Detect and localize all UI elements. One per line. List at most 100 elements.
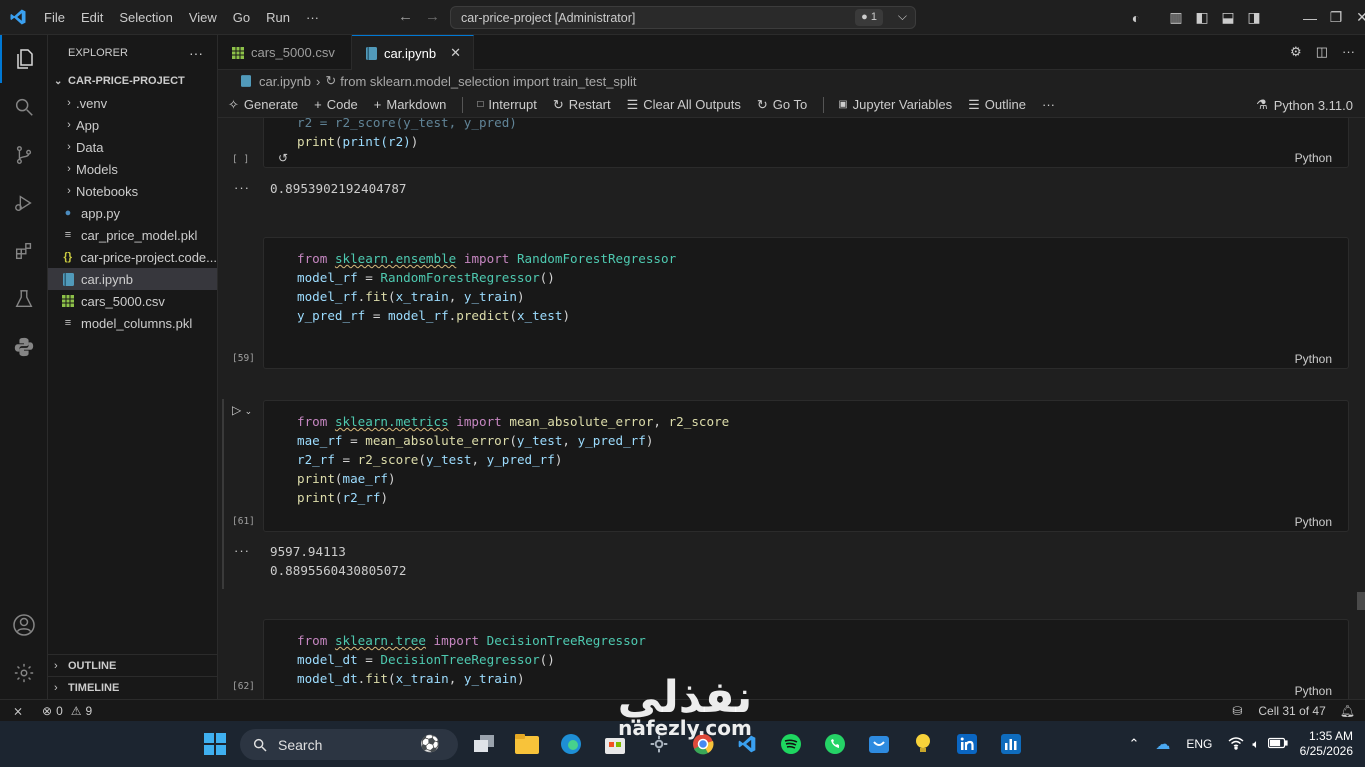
tree-item-venv[interactable]: › .venv bbox=[48, 92, 217, 114]
spotify-icon[interactable] bbox=[777, 730, 805, 758]
python-icon[interactable] bbox=[0, 323, 48, 371]
breadcrumb-file[interactable]: car.ipynb bbox=[259, 74, 311, 89]
copilot-status-icon[interactable]: ⛁ bbox=[1232, 704, 1242, 718]
tab-cars-csv[interactable]: cars_5000.csv bbox=[218, 35, 352, 70]
cell-code[interactable]: from sklearn.tree import DecisionTreeReg… bbox=[264, 620, 1348, 688]
breadcrumb-symbol[interactable]: from sklearn.model_selection import trai… bbox=[340, 74, 636, 89]
menu-edit[interactable]: Edit bbox=[73, 0, 111, 35]
chat-icon[interactable]: ⌵ bbox=[898, 9, 907, 24]
close-window-button[interactable]: ✕ bbox=[1339, 9, 1365, 26]
more-actions-icon[interactable]: ··· bbox=[1342, 44, 1355, 60]
timeline-section[interactable]: › TIMELINE bbox=[48, 676, 218, 698]
cell-language[interactable]: Python bbox=[1295, 352, 1332, 366]
copilot-icon[interactable]: ◐ bbox=[1123, 10, 1149, 26]
outline-section[interactable]: › OUTLINE bbox=[48, 654, 218, 676]
goto-button[interactable]: ↻ Go To bbox=[757, 97, 807, 113]
add-markdown-button[interactable]: + Markdown bbox=[374, 97, 447, 112]
close-tab-icon[interactable]: ✕ bbox=[450, 45, 461, 61]
scrollbar-thumb[interactable] bbox=[1357, 592, 1365, 610]
code-cell[interactable]: from sklearn.tree import DecisionTreeReg… bbox=[263, 619, 1349, 699]
menu-selection[interactable]: Selection bbox=[111, 0, 180, 35]
cell-code[interactable]: r2 = r2_score(y_test, y_pred) print(prin… bbox=[264, 118, 1348, 151]
output-more-icon[interactable]: ··· bbox=[234, 180, 250, 195]
cell-language[interactable]: Python bbox=[1295, 684, 1332, 698]
tab-car-ipynb[interactable]: car.ipynb ✕ bbox=[352, 35, 474, 70]
account-icon[interactable] bbox=[0, 601, 48, 649]
tree-item-app[interactable]: › App bbox=[48, 114, 217, 136]
kernel-picker[interactable]: ⚗ Python 3.11.0 bbox=[1256, 97, 1353, 113]
chrome-icon[interactable] bbox=[689, 730, 717, 758]
volume-muted-icon[interactable]: 🔈︎ bbox=[1252, 737, 1259, 752]
menu-run[interactable]: Run bbox=[258, 0, 298, 35]
explorer-more-icon[interactable]: ··· bbox=[189, 45, 203, 61]
settings-app-icon[interactable] bbox=[645, 730, 673, 758]
remote-icon[interactable]: ⨯ bbox=[0, 704, 36, 718]
code-cell[interactable]: r2 = r2_score(y_test, y_pred) print(prin… bbox=[263, 118, 1349, 168]
output-more-icon[interactable]: ··· bbox=[234, 543, 250, 558]
forward-arrow-icon[interactable]: → bbox=[425, 8, 440, 25]
problems-indicator[interactable]: ⊗ 0 ⚠ 9 bbox=[42, 704, 92, 718]
outline-button[interactable]: ☰ Outline bbox=[968, 97, 1026, 113]
file-explorer-icon[interactable] bbox=[513, 730, 541, 758]
code-cell[interactable]: from sklearn.ensemble import RandomFores… bbox=[263, 237, 1349, 369]
tree-item-data[interactable]: › Data bbox=[48, 136, 217, 158]
search-icon[interactable] bbox=[0, 83, 48, 131]
teams-icon[interactable] bbox=[865, 730, 893, 758]
menu-view[interactable]: View bbox=[181, 0, 225, 35]
cell-language[interactable]: Python bbox=[1295, 151, 1332, 165]
taskbar-search[interactable]: Search ⚽ bbox=[240, 729, 458, 760]
clear-outputs-button[interactable]: ☰ Clear All Outputs bbox=[627, 97, 741, 113]
history-icon[interactable]: ↺ bbox=[278, 151, 288, 165]
analytics-app-icon[interactable] bbox=[997, 730, 1025, 758]
tree-item-models[interactable]: › Models bbox=[48, 158, 217, 180]
cell-code[interactable]: from sklearn.metrics import mean_absolut… bbox=[264, 401, 1348, 507]
cell-language[interactable]: Python bbox=[1295, 515, 1332, 529]
ms-store-icon[interactable] bbox=[601, 730, 629, 758]
generate-button[interactable]: ✧ Generate bbox=[228, 97, 298, 113]
linkedin-icon[interactable] bbox=[953, 730, 981, 758]
tree-item-notebooks[interactable]: › Notebooks bbox=[48, 180, 217, 202]
toolbar-more-button[interactable]: ··· bbox=[1042, 97, 1055, 112]
onedrive-cloud-icon[interactable]: ☁ bbox=[1155, 735, 1170, 753]
tree-item-workspace[interactable]: {} car-price-project.code... bbox=[48, 246, 217, 268]
tree-item-car-ipynb[interactable]: car.ipynb bbox=[48, 268, 217, 290]
add-code-button[interactable]: + Code bbox=[314, 97, 358, 112]
cell-position[interactable]: Cell 31 of 47 bbox=[1258, 704, 1325, 718]
vscode-taskbar-icon[interactable] bbox=[733, 730, 761, 758]
input-language[interactable]: ENG bbox=[1186, 737, 1212, 751]
restart-button[interactable]: ↻ Restart bbox=[553, 97, 611, 113]
tips-bulb-icon[interactable] bbox=[909, 730, 937, 758]
toggle-sidebar-icon[interactable]: ◧ bbox=[1189, 9, 1215, 26]
settings-gear-icon[interactable]: ⚙ bbox=[1290, 44, 1302, 60]
command-center[interactable]: car-price-project [Administrator] ● 1 ⌵ bbox=[450, 6, 916, 29]
menu-more[interactable]: ··· bbox=[298, 0, 327, 35]
code-cell[interactable]: from sklearn.metrics import mean_absolut… bbox=[263, 400, 1349, 532]
customize-layout-icon[interactable]: ▥ bbox=[1163, 9, 1189, 26]
source-control-icon[interactable] bbox=[0, 131, 48, 179]
extensions-icon[interactable] bbox=[0, 227, 48, 275]
toggle-panel-icon[interactable]: ⬓ bbox=[1215, 9, 1241, 26]
edge-browser-icon[interactable] bbox=[557, 730, 585, 758]
chevron-up-icon[interactable]: ⌃ bbox=[1128, 736, 1139, 752]
menu-file[interactable]: File bbox=[36, 0, 73, 35]
project-folder[interactable]: ⌄ CAR-PRICE-PROJECT bbox=[48, 70, 217, 92]
tree-item-model-columns[interactable]: ≡ model_columns.pkl bbox=[48, 312, 217, 334]
tree-item-car-price-model[interactable]: ≡ car_price_model.pkl bbox=[48, 224, 217, 246]
wifi-icon[interactable] bbox=[1228, 736, 1244, 753]
back-arrow-icon[interactable]: ← bbox=[398, 8, 413, 25]
interrupt-button[interactable]: □ Interrupt bbox=[477, 97, 536, 112]
windows-start-icon[interactable] bbox=[201, 730, 229, 758]
menu-go[interactable]: Go bbox=[225, 0, 258, 35]
tree-item-cars-csv[interactable]: cars_5000.csv bbox=[48, 290, 217, 312]
notification-badge[interactable]: ● 1 bbox=[855, 9, 883, 26]
manage-gear-icon[interactable] bbox=[0, 649, 48, 697]
notifications-bell-icon[interactable]: 🔔︎ bbox=[1340, 704, 1355, 718]
task-view-icon[interactable] bbox=[470, 730, 498, 758]
whatsapp-icon[interactable] bbox=[821, 730, 849, 758]
run-cell-icon[interactable]: ▷ ⌄ bbox=[232, 403, 252, 417]
split-editor-icon[interactable]: ◫ bbox=[1316, 44, 1328, 60]
system-clock[interactable]: 1:35 AM 6/25/2026 bbox=[1300, 729, 1353, 759]
toggle-secondary-sidebar-icon[interactable]: ◨ bbox=[1241, 9, 1267, 26]
jupyter-variables-button[interactable]: ▣ Jupyter Variables bbox=[838, 97, 952, 112]
cell-code[interactable]: from sklearn.ensemble import RandomFores… bbox=[264, 238, 1348, 325]
